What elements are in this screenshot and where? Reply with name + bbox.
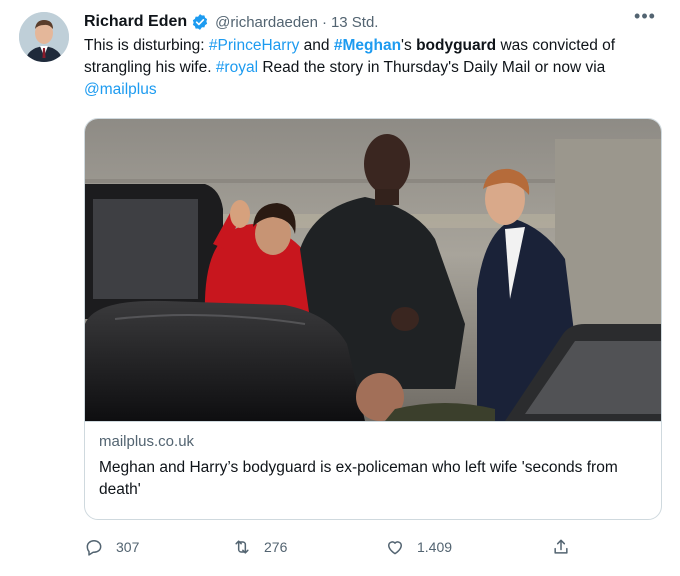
share-button[interactable] [551, 534, 583, 560]
tweet-text-part: and [299, 37, 334, 54]
tweet-text-part: Read the story in Thursday's Daily Mail … [258, 59, 606, 76]
card-title: Meghan and Harry’s bodyguard is ex-polic… [99, 459, 618, 498]
card-image[interactable] [85, 119, 661, 422]
card-domain: mailplus.co.uk [99, 433, 195, 450]
like-button[interactable]: 1.409 [385, 534, 452, 560]
retweet-button[interactable]: 276 [232, 534, 287, 560]
retweet-count: 276 [264, 539, 288, 555]
share-icon [554, 539, 568, 554]
tweet-bold-word: bodyguard [416, 37, 497, 54]
separator-dot: · [321, 13, 327, 31]
heart-icon [388, 541, 402, 555]
reply-count: 307 [116, 539, 140, 555]
author-handle[interactable]: @richardaeden [215, 14, 318, 31]
hashtag-meghan[interactable]: #Meghan [334, 37, 401, 54]
retweet-icon [235, 540, 249, 554]
reply-button[interactable]: 307 [84, 534, 139, 560]
action-bar: 307 276 1.409 [84, 534, 584, 560]
reply-icon [86, 540, 102, 556]
verified-badge-icon [191, 13, 209, 31]
mention-mailplus[interactable]: @mailplus [84, 81, 157, 98]
hashtag-royal[interactable]: #royal [216, 59, 258, 76]
avatar[interactable] [19, 12, 69, 62]
tweet-text: This is disturbing: #PrinceHarry and #Me… [84, 35, 664, 101]
tweet-text-part: 's [401, 37, 417, 54]
link-preview-card[interactable]: mailplus.co.uk Meghan and Harry’s bodygu… [84, 118, 662, 520]
more-options-icon[interactable]: ••• [632, 7, 658, 29]
hashtag-princeharry[interactable]: #PrinceHarry [209, 37, 299, 54]
like-count: 1.409 [417, 539, 453, 555]
tweet-text-part: This is disturbing: [84, 37, 209, 54]
author-name[interactable]: Richard Eden [84, 13, 187, 31]
tweet-header: Richard Eden @richardaeden · 13 Std. [84, 11, 660, 33]
tweet-timestamp[interactable]: 13 Std. [331, 14, 379, 31]
card-meta: mailplus.co.uk Meghan and Harry’s bodygu… [99, 431, 647, 501]
tweet: Richard Eden @richardaeden · 13 Std. •••… [0, 0, 680, 576]
